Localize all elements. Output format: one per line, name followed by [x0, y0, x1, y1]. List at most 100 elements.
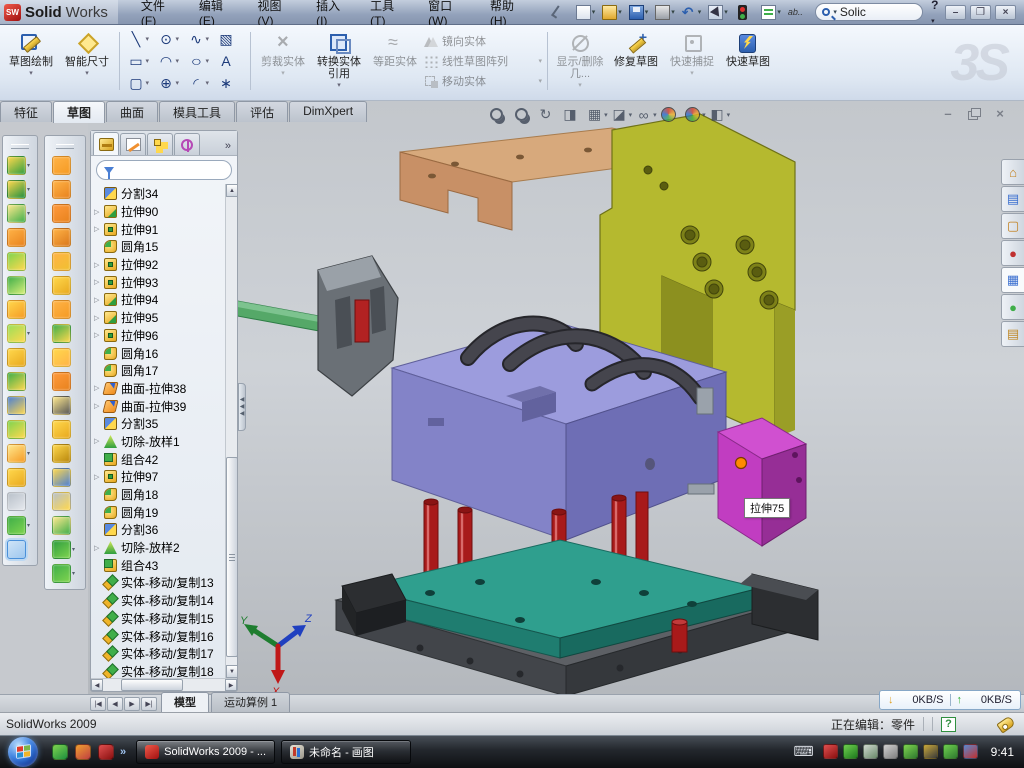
graphics-viewport[interactable]: Y Z X ▾ ▾: [88, 101, 1024, 694]
display-style-icon[interactable]: ◪ ▾: [611, 106, 633, 123]
command-button[interactable]: 快速草图 ▾: [721, 28, 775, 94]
new-document-icon[interactable]: ▾: [574, 3, 598, 21]
tags-icon[interactable]: [996, 715, 1015, 733]
close-button[interactable]: ×: [995, 5, 1016, 20]
offset-surface-icon[interactable]: ▾: [52, 300, 78, 319]
scroll-right-button[interactable]: ▶: [225, 679, 237, 691]
command-button[interactable]: 智能尺寸 ▾: [60, 28, 114, 94]
tree-item[interactable]: 组合43: [94, 556, 225, 574]
rib-icon[interactable]: ▾: [7, 348, 33, 367]
security-center-icon[interactable]: [823, 744, 838, 759]
view-orientation-icon[interactable]: ▦ ▾: [586, 106, 608, 123]
sketch-entity-button[interactable]: ▧ ▾: [215, 28, 245, 50]
doc-minimize-button[interactable]: –: [940, 108, 956, 122]
ribbon-tab[interactable]: 草图: [53, 101, 105, 123]
scroll-up-button[interactable]: ▲: [226, 184, 237, 197]
wrap-icon[interactable]: ▾: [7, 300, 33, 319]
tab-nav-button[interactable]: |◀: [90, 697, 106, 711]
sketch-entity-button[interactable]: ∿ ▾: [185, 28, 215, 50]
expand-icon[interactable]: [94, 473, 104, 481]
pin-icon[interactable]: ▾: [548, 3, 571, 21]
linear-pattern-icon[interactable]: ▾: [7, 324, 33, 343]
tree-item[interactable]: 实体-移动/复制17: [94, 645, 225, 663]
command-button[interactable]: 镜向实体 ▾: [424, 33, 542, 49]
alert-icon[interactable]: [923, 744, 938, 759]
surface-fillet-icon[interactable]: ▾: [52, 372, 78, 391]
sketch-entity-button[interactable]: ⊕ ▾: [155, 72, 185, 94]
axis-icon[interactable]: ▾: [7, 492, 33, 511]
tree-item[interactable]: 拉伸97: [94, 468, 225, 486]
sketch-entity-button[interactable]: ▭ ▾: [125, 50, 155, 72]
custom-properties-tab[interactable]: ▤: [1001, 321, 1024, 347]
fillet-icon[interactable]: ▾: [7, 204, 33, 223]
antivirus-shield-icon[interactable]: [843, 744, 858, 759]
rotate-view-icon[interactable]: ↻ ▾: [537, 106, 559, 123]
ribbon-tab[interactable]: 模具工具: [159, 101, 235, 122]
ribbon-tab[interactable]: 评估: [236, 101, 288, 122]
configurationmanager-tab[interactable]: [147, 133, 173, 155]
blocked-item-icon[interactable]: [963, 744, 978, 759]
command-button[interactable]: 等距实体 ▾: [368, 28, 422, 94]
usb-device-icon[interactable]: [903, 744, 918, 759]
freeform-icon[interactable]: ▾: [52, 324, 78, 343]
tree-item[interactable]: 拉伸94: [94, 291, 225, 309]
quick-launch-overflow[interactable]: »: [120, 746, 126, 758]
ribbon-tab[interactable]: DimXpert: [289, 101, 367, 122]
model-ejector-rod[interactable]: [232, 256, 398, 396]
tree-item[interactable]: 拉伸91: [94, 220, 225, 238]
ribbon-tab[interactable]: 曲面: [106, 101, 158, 122]
panel-splitter-handle[interactable]: ◀◀◀: [238, 383, 246, 431]
ribbon-tab[interactable]: 特征: [0, 101, 52, 122]
undo-icon[interactable]: ↶ ▾: [680, 3, 704, 21]
draft-icon[interactable]: ▾: [7, 276, 33, 295]
tree-item[interactable]: 分割34: [94, 185, 225, 203]
flex-icon[interactable]: ▾: [52, 204, 78, 223]
scrollbar-thumb[interactable]: [226, 457, 237, 657]
hide-show-items-icon[interactable]: ∞ ▾: [635, 106, 657, 123]
tree-item[interactable]: 拉伸96: [94, 327, 225, 345]
document-tab[interactable]: 运动算例 1: [211, 692, 290, 712]
extend-surface-icon[interactable]: ▾: [52, 468, 78, 487]
tree-vertical-scrollbar[interactable]: ▲ ▼: [225, 184, 237, 678]
extruded-boss-icon[interactable]: ▾: [7, 156, 33, 175]
combine-bodies-icon[interactable]: ▾: [7, 372, 33, 391]
tree-filter-input[interactable]: [96, 160, 232, 180]
sketch-entity-button[interactable]: ◜ ▾: [185, 72, 215, 94]
search-input[interactable]: ▾ Solic: [815, 3, 923, 21]
view-palette-tab[interactable]: ▦: [1001, 267, 1024, 293]
media-player-icon[interactable]: [75, 744, 91, 760]
tree-horizontal-scrollbar[interactable]: ◀ ▶: [91, 678, 237, 691]
scroll-down-button[interactable]: ▼: [226, 665, 237, 678]
command-button[interactable]: 移动实体 ▾: [424, 73, 542, 89]
dimxpertmanager-tab[interactable]: [174, 133, 200, 155]
quick-tips-icon[interactable]: ?: [941, 717, 956, 732]
spelling-icon[interactable]: ab.. ▾: [786, 3, 810, 21]
tree-item[interactable]: 实体-移动/复制16: [94, 627, 225, 645]
move-copy-body-icon[interactable]: ▾: [7, 420, 33, 439]
plane-icon[interactable]: ▾: [7, 468, 33, 487]
expand-icon[interactable]: [94, 296, 104, 304]
tree-item[interactable]: 拉伸93: [94, 273, 225, 291]
document-tab[interactable]: 模型: [161, 692, 209, 712]
tab-nav-button[interactable]: ◀: [107, 697, 123, 711]
apply-scene-icon[interactable]: ▾: [684, 106, 706, 123]
trim-surface-icon[interactable]: ▾: [52, 492, 78, 511]
sketch-entity-button[interactable]: ▢ ▾: [125, 72, 155, 94]
taskbar-button[interactable]: SolidWorks 2009 - ...: [136, 740, 275, 764]
restore-button[interactable]: ❐: [970, 5, 991, 20]
solidworks-launcher-icon[interactable]: [98, 744, 114, 760]
zoom-area-icon[interactable]: ▾: [513, 106, 535, 123]
sketch-entity-button[interactable]: ◠ ▾: [155, 50, 185, 72]
tree-item[interactable]: 实体-移动/复制18: [94, 663, 225, 678]
tree-item[interactable]: 分割35: [94, 415, 225, 433]
deform-icon[interactable]: ▾: [52, 252, 78, 271]
boundary-surface-icon[interactable]: ▾: [52, 540, 78, 559]
measure-icon[interactable]: ▾: [7, 540, 33, 559]
replace-face-icon[interactable]: ▾: [52, 420, 78, 439]
split-icon[interactable]: ▾: [7, 396, 33, 415]
command-button[interactable]: 草图绘制 ▾: [4, 28, 58, 94]
expand-icon[interactable]: [94, 314, 104, 322]
model-locating-pin[interactable]: [672, 619, 687, 652]
save-icon[interactable]: ▾: [627, 3, 651, 21]
taskbar-clock[interactable]: 9:41: [991, 745, 1014, 759]
